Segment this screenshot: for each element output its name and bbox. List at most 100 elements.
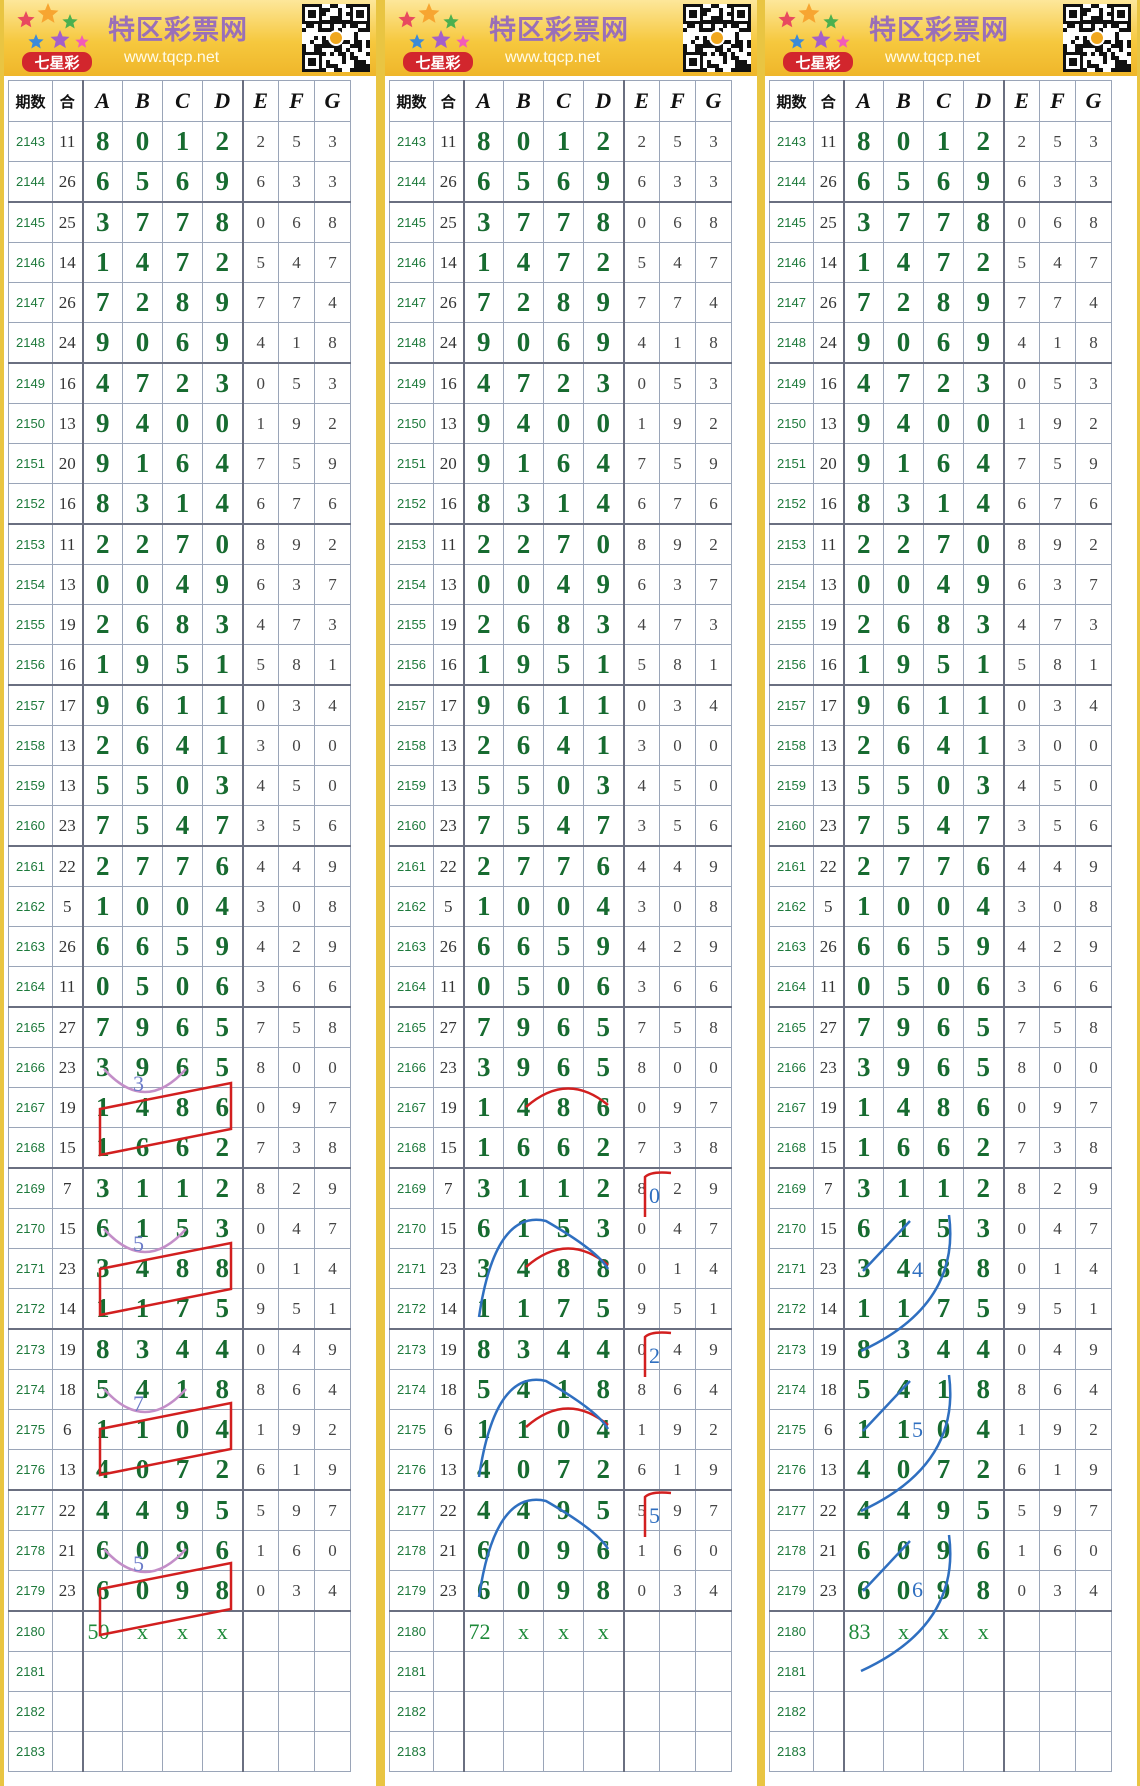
digit-cell: 6 [543, 443, 584, 484]
period-cell: 2145 [389, 201, 434, 243]
digit-cell: 4 [963, 886, 1004, 927]
digit-cell: 1 [202, 684, 243, 726]
empty-cell [52, 1691, 83, 1732]
digit-cell: 7 [622, 1127, 660, 1169]
period-cell: 2161 [389, 845, 434, 887]
digit-cell: 4 [659, 845, 696, 887]
star-shape [789, 34, 805, 49]
digit-cell: 8 [695, 886, 732, 927]
digit-cell: 1 [81, 242, 123, 283]
sum-cell: 20 [813, 443, 844, 484]
table-row: 2175 6 1 1 0 4 1 9 2 [389, 1409, 732, 1450]
table-row: 2163 26 6 6 5 9 4 2 9 [769, 926, 1112, 967]
table-row: 2177 22 4 4 9 5 5 9 7 [769, 1489, 1112, 1531]
digit-cell: 9 [963, 161, 1004, 203]
digit-cell: 4 [883, 1489, 924, 1531]
period-cell: 2144 [389, 161, 434, 203]
digit-cell: 1 [883, 1409, 924, 1450]
sum-cell: 22 [813, 1489, 844, 1531]
digit-cell: 0 [241, 362, 279, 404]
digit-cell: 6 [543, 322, 584, 364]
star-shape [443, 14, 459, 29]
digit-cell: 4 [583, 483, 624, 525]
digit-cell: 0 [278, 725, 315, 766]
digit-cell: 5 [1039, 1006, 1076, 1048]
empty-cell [241, 1610, 279, 1652]
digit-cell: 3 [81, 1248, 123, 1289]
digit-cell: 0 [503, 121, 544, 162]
period-cell: 2164 [769, 966, 814, 1008]
period-cell: 2171 [769, 1248, 814, 1289]
digit-cell: 9 [278, 523, 315, 565]
period-cell: 2160 [769, 805, 814, 847]
period-cell: 2177 [8, 1489, 53, 1531]
digit-cell: 4 [162, 725, 203, 766]
column-header: B [122, 80, 163, 122]
digit-cell: 0 [314, 1047, 351, 1088]
digit-cell: 6 [583, 1530, 624, 1571]
digit-cell: 7 [241, 282, 279, 323]
table-row: 2145 25 3 7 7 8 0 6 8 [769, 201, 1112, 243]
digit-cell: 1 [462, 1409, 504, 1450]
table-row: 2162 5 1 0 0 4 3 0 8 [8, 886, 351, 927]
digit-cell: 8 [583, 1369, 624, 1410]
empty-cell [543, 1651, 584, 1692]
digit-cell: 0 [81, 966, 123, 1008]
empty-cell [842, 1691, 884, 1732]
digit-cell: 1 [162, 1369, 203, 1410]
table-row: 2167 19 1 4 8 6 0 9 7 [389, 1087, 732, 1128]
digit-cell: 4 [241, 926, 279, 967]
digit-cell: 9 [1039, 1489, 1076, 1531]
digit-cell: 3 [462, 1167, 504, 1209]
digit-cell: 4 [1039, 845, 1076, 887]
digit-cell: 6 [162, 322, 203, 364]
digit-cell: 5 [278, 765, 315, 806]
prediction-mark: x [503, 1610, 544, 1652]
period-cell: 2176 [769, 1449, 814, 1491]
digit-cell: 0 [883, 886, 924, 927]
digit-cell: 2 [883, 523, 924, 565]
digit-cell: 7 [543, 201, 584, 243]
digit-cell: 0 [241, 201, 279, 243]
digit-cell: 1 [314, 644, 351, 686]
prediction-row: 2180 50 x x x [8, 1610, 351, 1652]
digit-cell: 4 [1075, 1248, 1112, 1289]
digit-cell: 0 [122, 121, 163, 162]
digit-cell: 4 [314, 1248, 351, 1289]
column-header: F [278, 80, 315, 122]
panel-1: 七星彩 特区彩票网 www.tqcp.net 期数合 A B C D E F G 2143 11 8 0 1 2… [4, 0, 376, 1786]
digit-cell: 9 [241, 1288, 279, 1330]
empty-cell [963, 1651, 1004, 1692]
sum-cell: 23 [433, 805, 464, 847]
digit-cell: 6 [883, 1127, 924, 1169]
table-row: 2162 5 1 0 0 4 3 0 8 [389, 886, 732, 927]
table-row: 2170 15 6 1 5 3 0 4 7 [8, 1208, 351, 1249]
qr-code-icon [1063, 4, 1131, 72]
table-row: 2163 26 6 6 5 9 4 2 9 [389, 926, 732, 967]
digit-cell: 8 [202, 201, 243, 243]
digit-cell: 7 [695, 1208, 732, 1249]
sum-cell [813, 1610, 844, 1652]
digit-cell: 8 [314, 322, 351, 364]
period-cell: 2175 [769, 1409, 814, 1450]
digit-cell: 7 [314, 242, 351, 283]
digit-cell: 3 [241, 886, 279, 927]
sum-cell: 16 [52, 644, 83, 686]
digit-cell: 0 [842, 966, 884, 1008]
digit-cell: 9 [622, 1288, 660, 1330]
digit-cell: 7 [162, 1449, 203, 1491]
digit-cell: 1 [659, 1449, 696, 1491]
digit-cell: 7 [923, 242, 964, 283]
empty-cell [963, 1731, 1004, 1772]
table-row: 2149 16 4 7 2 3 0 5 3 [8, 362, 351, 404]
digit-cell: 3 [503, 483, 544, 525]
digit-cell: 0 [462, 564, 504, 605]
empty-cell [202, 1691, 243, 1732]
table-row: 2172 14 1 1 7 5 9 5 1 [769, 1288, 1112, 1330]
digit-cell: 4 [162, 805, 203, 847]
digit-cell: 9 [583, 161, 624, 203]
digit-cell: 8 [1075, 1006, 1112, 1048]
digit-cell: 2 [314, 403, 351, 444]
digit-cell: 5 [462, 1369, 504, 1410]
digit-cell: 7 [543, 845, 584, 887]
